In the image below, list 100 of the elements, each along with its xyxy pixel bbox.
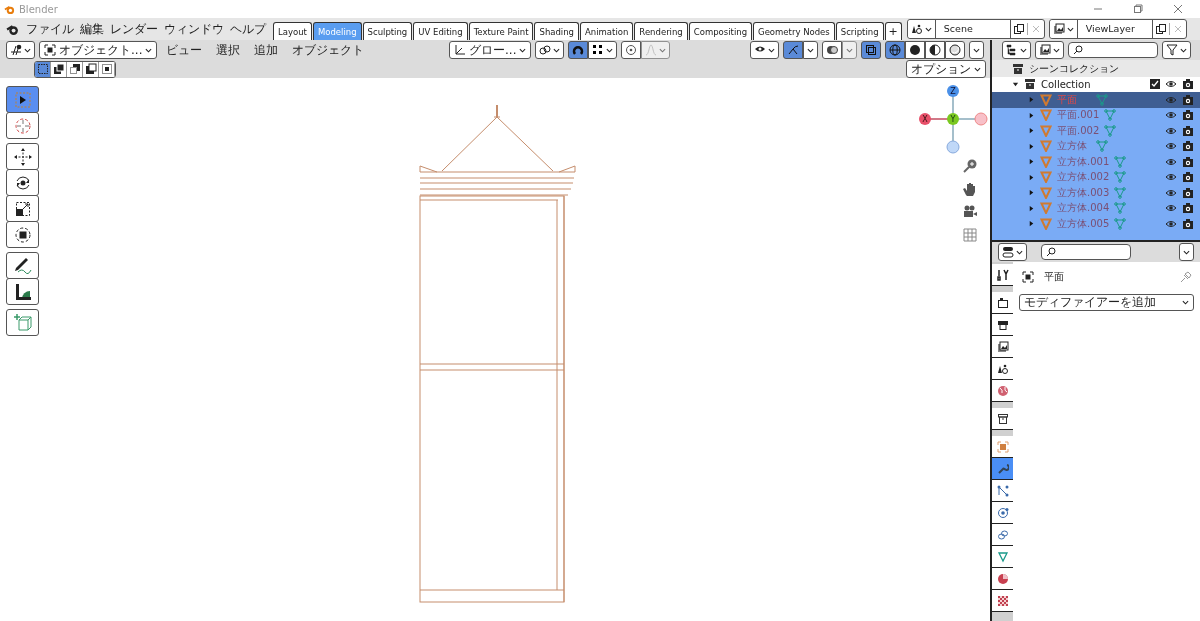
select-mode-button[interactable]	[35, 61, 51, 77]
add-workspace-button[interactable]: +	[884, 22, 902, 40]
visibility-dropdown[interactable]	[750, 41, 779, 59]
workspace-tab[interactable]: Compositing	[688, 22, 753, 40]
filter-dropdown[interactable]	[1162, 41, 1191, 59]
checkbox[interactable]	[1150, 79, 1160, 90]
workspace-tab[interactable]: Texture Paint	[468, 22, 534, 40]
properties-tab[interactable]	[992, 480, 1013, 502]
select-mode-button[interactable]	[99, 61, 115, 77]
display-mode-dropdown[interactable]	[1002, 41, 1031, 59]
search-field[interactable]	[1068, 42, 1158, 58]
orientation-dropdown[interactable]: グロー...	[449, 41, 532, 59]
shading-button[interactable]	[905, 41, 925, 59]
tool-button[interactable]	[6, 169, 39, 196]
view-menu-item[interactable]: 選択	[211, 41, 246, 59]
properties-tab[interactable]	[992, 502, 1013, 524]
camera-icon[interactable]	[1182, 109, 1194, 122]
properties-tab[interactable]	[992, 358, 1013, 380]
properties-tab[interactable]	[992, 590, 1013, 612]
add-modifier-dropdown[interactable]: モディファイアーを追加	[1019, 294, 1194, 311]
pivot-dropdown[interactable]	[535, 41, 565, 59]
options-dropdown[interactable]: オプション	[906, 60, 986, 78]
xray-toggle[interactable]	[861, 41, 881, 59]
camera-icon[interactable]	[1182, 217, 1194, 230]
options-dropdown[interactable]	[1179, 243, 1194, 261]
expand-triangle-icon[interactable]	[1012, 80, 1019, 88]
properties-tab[interactable]	[992, 380, 1013, 402]
snap-toggle[interactable]	[568, 41, 589, 59]
menu-item[interactable]: ファイル	[23, 20, 77, 38]
camera-icon[interactable]	[1182, 171, 1194, 184]
snap-target-dropdown[interactable]	[588, 41, 618, 59]
proportional-toggle[interactable]	[621, 41, 642, 59]
tool-button[interactable]	[6, 252, 39, 279]
camera-icon[interactable]	[1182, 124, 1194, 137]
tool-button[interactable]	[6, 278, 39, 305]
restore-icon[interactable]	[1133, 4, 1143, 14]
axes-icon	[10, 44, 22, 56]
view-menu-item[interactable]: オブジェクト	[287, 41, 370, 59]
shading-dropdown[interactable]	[969, 41, 984, 59]
shading-button[interactable]	[925, 41, 945, 59]
overlay-toggle[interactable]	[822, 41, 842, 59]
gizmo-toggle[interactable]	[783, 41, 803, 59]
properties-tab[interactable]	[992, 436, 1013, 458]
tool-button[interactable]	[6, 195, 39, 222]
view-menu-item[interactable]: 追加	[249, 41, 284, 59]
editor-type-button[interactable]	[998, 243, 1027, 261]
select-mode-button[interactable]	[67, 61, 83, 77]
menu-item[interactable]: レンダー	[107, 20, 161, 38]
hand-icon[interactable]	[962, 181, 978, 197]
shading-button[interactable]	[945, 41, 965, 59]
object-name: 平面.001	[1057, 108, 1100, 123]
workspace-tab[interactable]: Scripting	[835, 22, 884, 40]
view-layer-browse-button[interactable]	[1049, 20, 1077, 38]
tool-button[interactable]	[6, 309, 39, 336]
workspace-tab[interactable]: Animation	[580, 22, 634, 40]
view-menu-item[interactable]: ビュー	[161, 41, 208, 59]
pin-icon[interactable]	[1180, 271, 1192, 283]
axis-gizmo-drawing[interactable]: Z X Y	[918, 84, 988, 154]
mode-dropdown[interactable]: オブジェクト...	[39, 41, 158, 59]
gizmo-dropdown[interactable]	[803, 41, 818, 59]
select-mode-button[interactable]	[83, 61, 99, 77]
collection-name[interactable]: Collection	[1041, 78, 1091, 90]
properties-tab[interactable]	[992, 336, 1013, 358]
tool-button[interactable]	[6, 112, 39, 139]
properties-tab[interactable]	[992, 292, 1013, 314]
properties-tab[interactable]	[992, 408, 1013, 430]
workspace-tab[interactable]: Layout	[273, 22, 312, 40]
camera-icon[interactable]	[1182, 93, 1194, 106]
mesh-object-icon	[1040, 109, 1052, 122]
search-field[interactable]	[1041, 244, 1131, 260]
menu-item[interactable]: 編集	[77, 20, 107, 38]
camera-icon[interactable]	[1182, 202, 1194, 215]
select-mode-button[interactable]	[51, 61, 67, 77]
workspace-tab[interactable]: Sculpting	[362, 22, 413, 40]
scene-browse-button[interactable]	[907, 20, 935, 38]
filter-collections-dropdown[interactable]	[1035, 41, 1064, 59]
tool-button[interactable]	[6, 221, 39, 248]
properties-tab[interactable]	[992, 524, 1013, 546]
properties-tab[interactable]	[992, 264, 1013, 286]
menu-item[interactable]: ヘルプ	[227, 20, 269, 38]
zoom-icon[interactable]	[962, 158, 978, 174]
workspace-tab[interactable]: Shading	[534, 22, 579, 40]
workspace-tab[interactable]: Geometry Nodes	[753, 22, 835, 40]
close-icon[interactable]	[1173, 4, 1183, 14]
workspace-tab[interactable]: UV Editing	[413, 22, 468, 40]
properties-tab[interactable]	[992, 546, 1013, 568]
editor-type-button[interactable]	[6, 41, 35, 59]
camera-icon[interactable]	[1182, 155, 1194, 168]
properties-tab[interactable]	[992, 314, 1013, 336]
grid-dots-icon	[592, 44, 605, 56]
camera-icon[interactable]	[1182, 140, 1194, 153]
menu-item[interactable]: ウィンドウ	[161, 20, 227, 38]
chevron-down-icon	[24, 46, 31, 54]
tool-button[interactable]	[6, 143, 39, 170]
camera-icon[interactable]	[1182, 78, 1194, 91]
properties-tab[interactable]	[992, 568, 1013, 590]
camera-icon[interactable]	[1182, 186, 1194, 199]
camera-icon[interactable]	[962, 204, 978, 220]
transform-icon	[12, 224, 33, 245]
workspace-tab[interactable]: Rendering	[634, 22, 688, 40]
